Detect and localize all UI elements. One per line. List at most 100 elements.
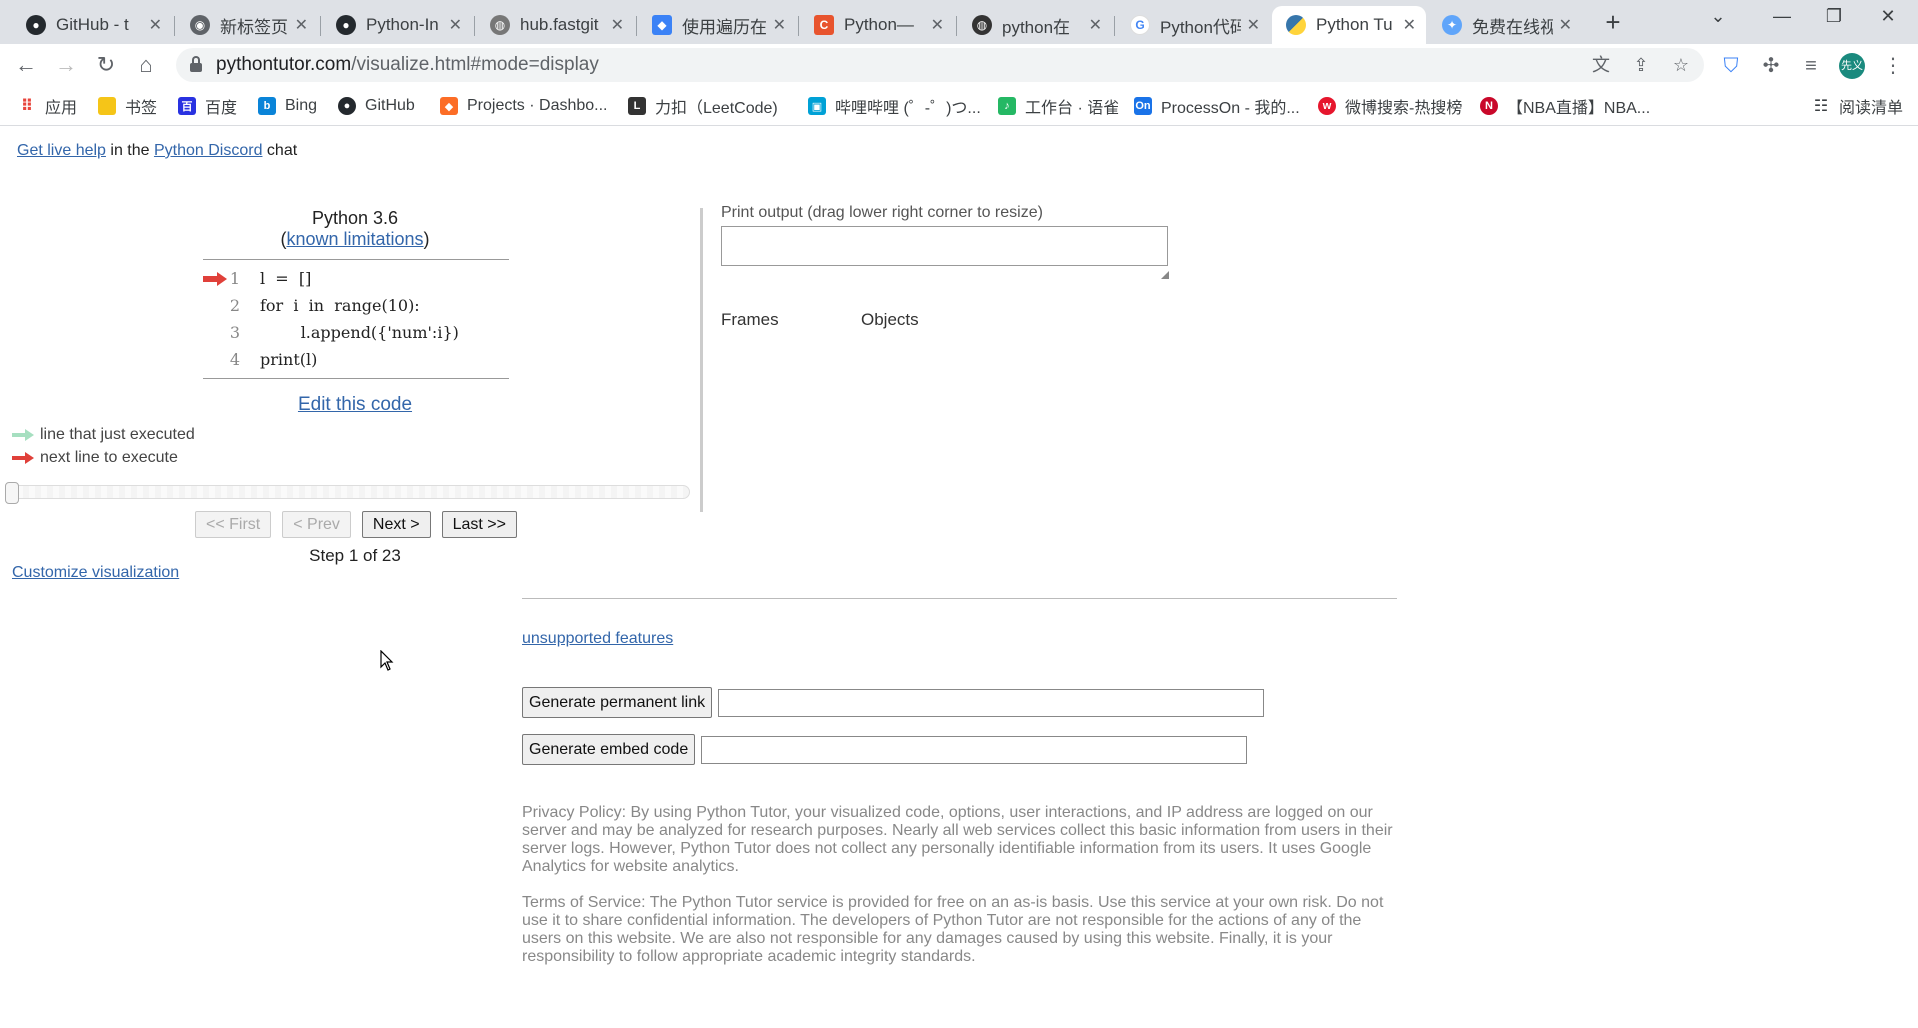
close-icon[interactable]: ✕ [1247, 15, 1260, 35]
code-line: 4 print(l) [203, 346, 509, 373]
arrow-next-icon [12, 452, 34, 464]
embed-code-field[interactable] [701, 735, 1248, 764]
tab-title: hub.fastgit [520, 15, 599, 34]
close-icon[interactable]: ✕ [1089, 15, 1102, 35]
tab-traversal[interactable]: ◆ 使用遍历在 ✕ [638, 6, 796, 44]
extensions-puzzle-icon[interactable]: ✣ [1758, 53, 1784, 79]
permalink-field[interactable] [718, 688, 1265, 717]
address-bar[interactable]: pythontutor.com/visualize.html#mode=disp… [176, 48, 1704, 82]
back-icon[interactable]: ← [12, 51, 40, 79]
print-output-box[interactable] [721, 226, 1168, 266]
close-icon[interactable]: ✕ [1559, 15, 1572, 35]
tab-csdn-python[interactable]: C Python— ✕ [800, 6, 954, 44]
close-icon[interactable]: ✕ [773, 15, 786, 35]
current-line-arrow-icon [203, 272, 227, 286]
line-source: l = [] [260, 269, 312, 288]
bookmark-bilibili[interactable]: ▣ 哔哩哔哩 (゜-゜)つ... [808, 95, 981, 117]
tab-title: GitHub - t [56, 15, 129, 34]
menu-kebab-icon[interactable]: ⋮ [1880, 53, 1906, 79]
bookmark-processon[interactable]: On ProcessOn - 我的... [1134, 95, 1300, 117]
yuque-icon: ♪ [998, 97, 1016, 115]
resize-grip-icon[interactable] [1161, 271, 1169, 279]
first-button[interactable]: << First [195, 511, 272, 538]
new-tab-button[interactable]: + [1598, 8, 1628, 38]
gitlab-icon: ◆ [440, 97, 458, 115]
tab-github[interactable]: ● GitHub - t ✕ [12, 6, 172, 44]
share-icon[interactable]: ⇪ [1630, 54, 1652, 76]
close-icon[interactable]: ✕ [611, 15, 624, 35]
folder-icon [98, 97, 116, 115]
bookmark-leetcode[interactable]: L 力扣（LeetCode) [628, 95, 778, 117]
bookmark-github[interactable]: ● GitHub [338, 95, 415, 117]
github-icon: ● [26, 15, 46, 35]
embed-row: Generate embed code [522, 734, 1248, 765]
tab-hub-fastgit[interactable]: ◍ hub.fastgit ✕ [476, 6, 634, 44]
minimize-icon[interactable]: — [1762, 6, 1802, 27]
close-icon[interactable]: ✕ [1403, 15, 1416, 35]
tab-python-code[interactable]: G Python代码 ✕ [1116, 6, 1270, 44]
slider-handle[interactable] [5, 482, 19, 504]
bookmark-star-icon[interactable]: ☆ [1670, 54, 1692, 76]
tab-new-tab-page[interactable]: ◉ 新标签页 ✕ [176, 6, 318, 44]
reload-icon[interactable]: ↻ [92, 51, 120, 79]
edit-code-container: Edit this code [205, 394, 505, 416]
next-button[interactable]: Next > [361, 511, 431, 538]
mouse-cursor-icon [380, 650, 394, 671]
chrome-icon: ◉ [190, 15, 210, 35]
bookmark-weibo[interactable]: w 微博搜索-热搜榜 [1318, 95, 1462, 117]
tab-search-icon[interactable]: ⌄ [1698, 6, 1738, 27]
diamond-icon: ◆ [652, 15, 672, 35]
tab-title: 使用遍历在 [682, 17, 767, 37]
bookmark-yuque[interactable]: ♪ 工作台 · 语雀 [998, 95, 1119, 117]
generate-permalink-button[interactable]: Generate permanent link [522, 687, 713, 718]
media-playlist-icon[interactable]: ≡ [1798, 53, 1824, 79]
bookmark-nba[interactable]: N 【NBA直播】NBA... [1480, 95, 1650, 117]
edit-code-link[interactable]: Edit this code [298, 394, 412, 415]
tab-python-in[interactable]: ● Python-In ✕ [322, 6, 472, 44]
home-icon[interactable]: ⌂ [132, 51, 160, 79]
line-source: for i in range(10): [260, 296, 420, 315]
forward-icon[interactable]: → [52, 51, 80, 79]
bookmark-folder[interactable]: 书签 [98, 95, 157, 117]
execution-slider[interactable] [10, 485, 690, 499]
last-button[interactable]: Last >> [441, 511, 517, 538]
line-number: 4 [229, 350, 241, 369]
tab-title: 新标签页 [220, 17, 288, 37]
close-icon[interactable]: ✕ [449, 15, 462, 35]
customize-container: Customize visualization [12, 564, 179, 582]
privacy-policy: Privacy Policy: By using Python Tutor, y… [522, 804, 1393, 875]
leetcode-icon: L [628, 97, 646, 115]
prev-button[interactable]: < Prev [282, 511, 351, 538]
known-limitations-link[interactable]: known limitations [286, 229, 423, 249]
profile-avatar[interactable]: 先义 [1839, 53, 1865, 79]
close-icon[interactable]: ✕ [149, 15, 162, 35]
url-text: pythontutor.com/visualize.html#mode=disp… [216, 54, 599, 75]
bookmark-gitlab[interactable]: ◆ Projects · Dashbo... [440, 95, 608, 117]
close-icon[interactable]: ✕ [931, 15, 944, 35]
tab-python-tutor[interactable]: Python Tu ✕ [1272, 6, 1426, 44]
generate-embed-button[interactable]: Generate embed code [522, 734, 696, 765]
close-icon[interactable]: ✕ [295, 15, 308, 35]
bookmark-apps[interactable]: ⠿ 应用 [18, 95, 77, 117]
panel-divider [700, 208, 703, 512]
bookmark-baidu[interactable]: 百百度 [178, 95, 237, 117]
extension-shield-icon[interactable]: ⛉ [1718, 53, 1744, 79]
unsupported-features-link[interactable]: unsupported features [522, 630, 673, 647]
python-discord-link[interactable]: Python Discord [154, 142, 263, 159]
tab-title: Python— [844, 15, 914, 34]
live-help-link[interactable]: Get live help [17, 142, 106, 159]
processon-icon: On [1134, 97, 1152, 115]
window-close-icon[interactable]: ✕ [1868, 6, 1908, 27]
restore-icon[interactable]: ❐ [1814, 6, 1854, 27]
reading-list[interactable]: ☷ 阅读清单 [1812, 95, 1903, 117]
customize-visualization-link[interactable]: Customize visualization [12, 564, 179, 581]
tab-python-zai[interactable]: ◍ python在 ✕ [958, 6, 1112, 44]
browser-toolbar: ← → ↻ ⌂ pythontutor.com/visualize.html#m… [0, 44, 1918, 86]
translate-icon[interactable]: 文 [1590, 54, 1612, 76]
google-icon: G [1130, 15, 1150, 35]
tab-bar: ● GitHub - t ✕ ◉ 新标签页 ✕ ● Python-In ✕ ◍ … [0, 0, 1918, 44]
tab-free-video[interactable]: ✦ 免费在线视 ✕ [1428, 6, 1582, 44]
tab-title: Python-In [366, 15, 439, 34]
lock-icon[interactable] [190, 56, 202, 72]
bookmark-bing[interactable]: b Bing [258, 95, 317, 117]
